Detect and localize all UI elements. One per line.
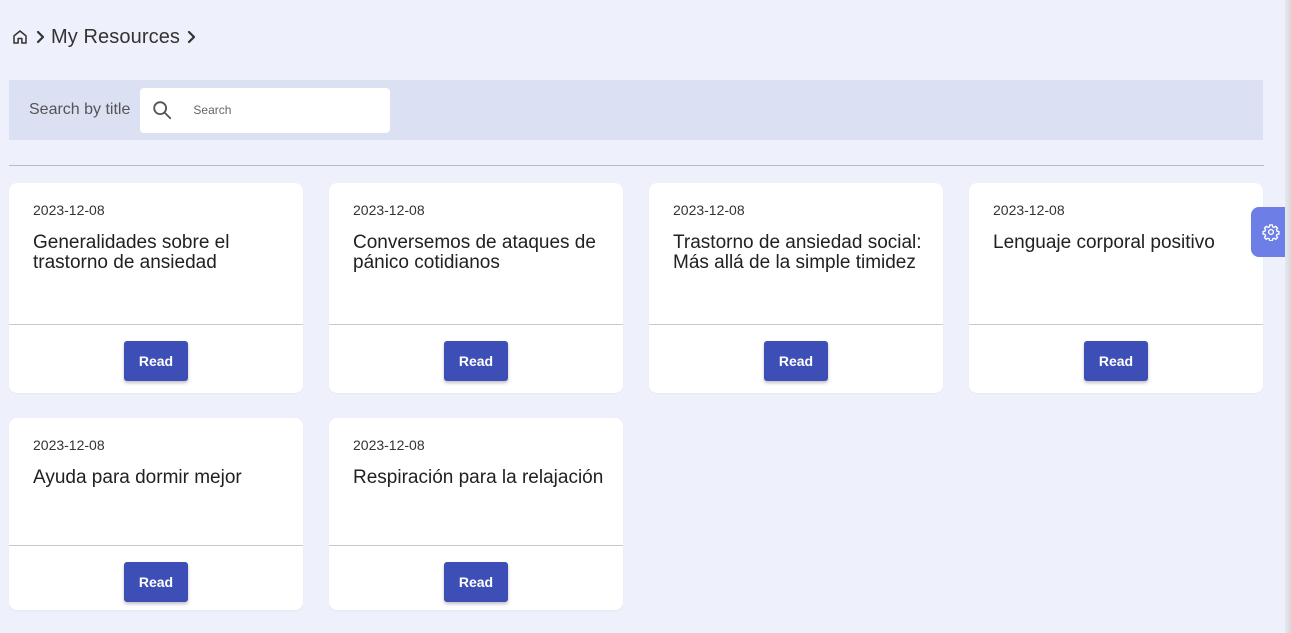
resource-card: 2023-12-08 Trastorno de ansiedad social:… bbox=[649, 183, 943, 393]
card-divider bbox=[329, 545, 623, 546]
resource-title: Generalidades sobre el trastorno de ansi… bbox=[33, 232, 230, 273]
resource-card: 2023-12-08 Conversemos de ataques de pán… bbox=[329, 183, 623, 393]
resource-title: Respiración para la relajación bbox=[353, 467, 604, 488]
resource-title: Conversemos de ataques de pánico cotidia… bbox=[353, 232, 596, 273]
read-button[interactable]: Read bbox=[1084, 341, 1148, 381]
card-divider bbox=[969, 324, 1263, 325]
chevron-right-icon bbox=[35, 30, 45, 44]
resources-page: My Resources Search by title 2023-12-08 … bbox=[0, 0, 1291, 633]
card-divider bbox=[329, 324, 623, 325]
resource-card: 2023-12-08 Ayuda para dormir mejor Read bbox=[9, 418, 303, 610]
resource-date: 2023-12-08 bbox=[353, 437, 425, 453]
resource-title: Ayuda para dormir mejor bbox=[33, 467, 242, 488]
search-label: Search by title bbox=[29, 101, 131, 118]
resource-card: 2023-12-08 Lenguaje corporal positivo Re… bbox=[969, 183, 1263, 393]
card-divider bbox=[9, 545, 303, 546]
search-bar: Search by title bbox=[9, 80, 1263, 140]
read-button[interactable]: Read bbox=[124, 562, 188, 602]
search-input[interactable] bbox=[191, 102, 376, 118]
resource-date: 2023-12-08 bbox=[993, 202, 1065, 218]
breadcrumb-item-my-resources[interactable]: My Resources bbox=[51, 26, 180, 49]
gear-icon bbox=[1262, 223, 1280, 241]
divider bbox=[9, 165, 1264, 166]
card-divider bbox=[649, 324, 943, 325]
read-button[interactable]: Read bbox=[764, 341, 828, 381]
read-button[interactable]: Read bbox=[124, 341, 188, 381]
resource-date: 2023-12-08 bbox=[33, 202, 105, 218]
read-button[interactable]: Read bbox=[444, 341, 508, 381]
search-box[interactable] bbox=[140, 87, 391, 133]
read-button[interactable]: Read bbox=[444, 562, 508, 602]
card-divider bbox=[9, 324, 303, 325]
chevron-right-icon bbox=[186, 30, 196, 44]
breadcrumb: My Resources bbox=[11, 25, 196, 49]
window-edge bbox=[1285, 0, 1291, 633]
resource-title: Trastorno de ansiedad social: Más allá d… bbox=[673, 232, 922, 273]
resource-card: 2023-12-08 Generalidades sobre el trasto… bbox=[9, 183, 303, 393]
resource-title: Lenguaje corporal positivo bbox=[993, 232, 1215, 253]
home-icon[interactable] bbox=[11, 28, 29, 46]
search-icon bbox=[151, 99, 173, 121]
resource-date: 2023-12-08 bbox=[33, 437, 105, 453]
resource-card: 2023-12-08 Respiración para la relajació… bbox=[329, 418, 623, 610]
resource-date: 2023-12-08 bbox=[673, 202, 745, 218]
resource-date: 2023-12-08 bbox=[353, 202, 425, 218]
